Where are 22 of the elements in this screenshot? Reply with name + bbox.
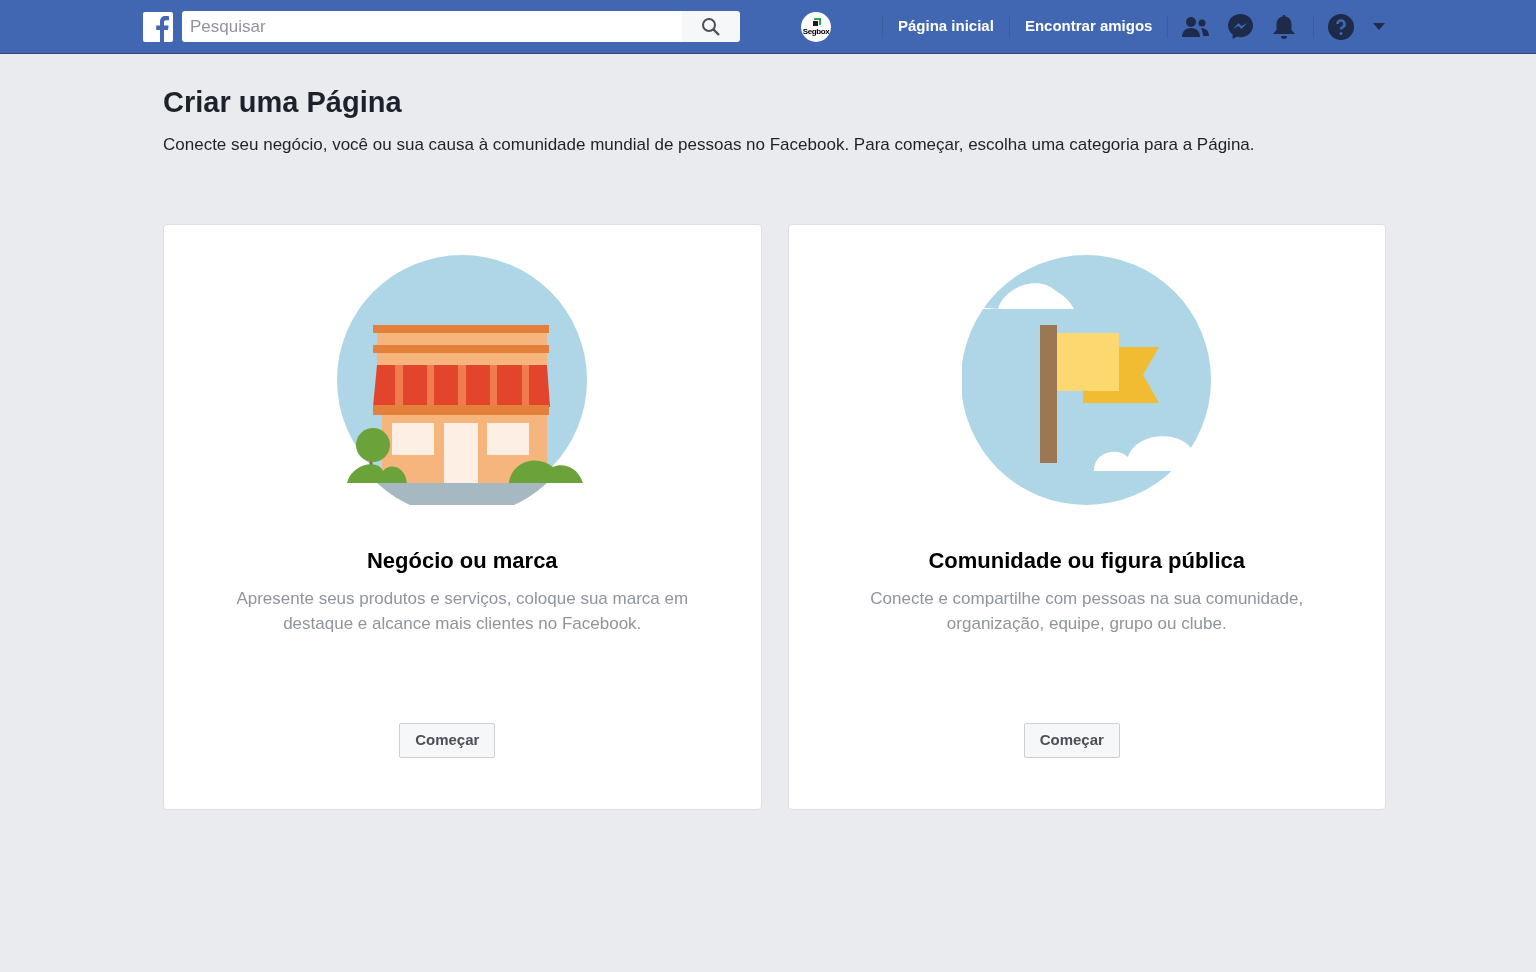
search-button[interactable] [682, 11, 740, 42]
help-icon[interactable] [1328, 13, 1355, 40]
facebook-logo-icon[interactable] [143, 11, 173, 42]
start-button[interactable]: Começar [399, 723, 496, 758]
profile-avatar[interactable]: Segbox [801, 11, 831, 42]
card-title: Comunidade ou figura pública [928, 547, 1246, 575]
friends-icon[interactable] [1182, 15, 1210, 38]
nav-link[interactable]: Encontrar amigos [1009, 15, 1168, 38]
card-title: Negócio ou marca [366, 547, 558, 575]
search-icon [701, 16, 721, 37]
card-description: Apresente seus produtos e serviços, coloque sua marca em destaque e alcance mais clientes no Facebook. [235, 588, 690, 635]
start-button[interactable]: Começar [1023, 723, 1120, 758]
page-description: Conecte seu negócio, você ou sua causa à comunidade mundial de pessoas no Facebook. Para começar, escolha uma categoria para a Página. [163, 134, 1256, 156]
profile-label: Segbox [802, 26, 830, 36]
logo-icon [811, 17, 821, 27]
card-description: Conecte e compartilhe com pessoas na sua comunidade, organização, equipe, grupo ou clube. [869, 588, 1305, 635]
bell-icon[interactable] [1272, 13, 1297, 40]
nav-link[interactable]: Página inicial [883, 15, 1009, 38]
caret-icon[interactable] [1373, 23, 1386, 30]
messenger-icon[interactable] [1227, 13, 1255, 40]
page-title: Criar uma Página [163, 85, 403, 119]
search-field[interactable]: Pesquisar [182, 11, 682, 42]
